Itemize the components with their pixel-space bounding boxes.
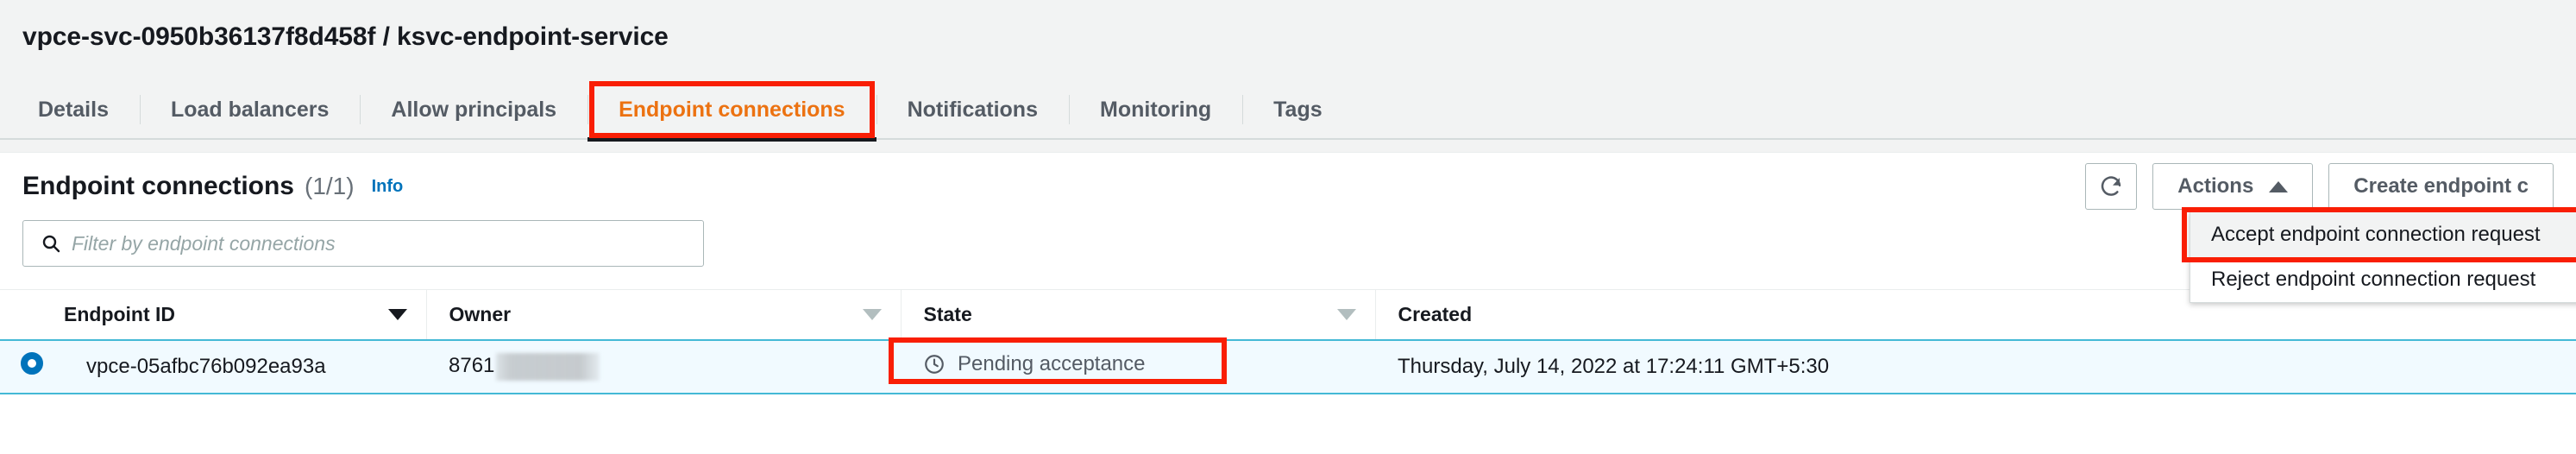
panel-header: Endpoint connections (1/1) Info Actions … xyxy=(0,153,2576,220)
cell-created: Thursday, July 14, 2022 at 17:24:11 GMT+… xyxy=(1375,340,2576,394)
search-input[interactable] xyxy=(72,231,703,255)
column-header-label: Created xyxy=(1398,302,1473,325)
sort-descending-icon[interactable] xyxy=(387,308,407,320)
menu-item-reject-endpoint-connection-request[interactable]: Reject endpoint connection request xyxy=(2190,257,2576,302)
tab-allow-principals[interactable]: Allow principals xyxy=(360,79,587,140)
search-box[interactable] xyxy=(22,220,704,267)
endpoint-id-value: vpce-05afbc76b092ea93a xyxy=(86,354,326,378)
sort-icon[interactable] xyxy=(862,308,882,320)
column-header-label: State xyxy=(923,302,972,325)
owner-redacted-block xyxy=(496,352,600,381)
column-header-label: Owner xyxy=(449,302,512,325)
panel-count: (1/1) xyxy=(305,173,355,199)
page-header: vpce-svc-0950b36137f8d458f / ksvc-endpoi… xyxy=(0,0,2576,79)
cell-state: Pending acceptance xyxy=(889,337,1375,394)
column-select xyxy=(0,290,64,340)
page-title: vpce-svc-0950b36137f8d458f / ksvc-endpoi… xyxy=(22,22,669,51)
tab-bar: Details Load balancers Allow principals … xyxy=(0,79,2576,142)
tab-label: Load balancers xyxy=(170,97,330,122)
menu-item-accept-endpoint-connection-request[interactable]: Accept endpoint connection request xyxy=(2190,212,2576,257)
row-radio-selected[interactable] xyxy=(21,352,43,375)
tab-monitoring[interactable]: Monitoring xyxy=(1069,79,1242,140)
menu-item-label: Accept endpoint connection request xyxy=(2211,223,2541,246)
create-endpoint-label: Create endpoint c xyxy=(2353,174,2529,198)
cell-endpoint-id: vpce-05afbc76b092ea93a xyxy=(64,340,426,394)
tab-tags[interactable]: Tags xyxy=(1242,79,1354,140)
actions-dropdown-menu: Accept endpoint connection request Rejec… xyxy=(2182,207,2576,303)
refresh-icon xyxy=(2102,176,2121,196)
actions-button[interactable]: Actions xyxy=(2152,163,2314,210)
tab-details[interactable]: Details xyxy=(7,79,140,140)
endpoint-connections-table: Endpoint ID Owner State Created vpce-05a… xyxy=(0,289,2576,394)
chevron-up-icon xyxy=(2269,180,2289,192)
tab-label: Tags xyxy=(1273,97,1323,122)
menu-item-label: Reject endpoint connection request xyxy=(2211,268,2536,291)
column-header-label: Endpoint ID xyxy=(64,302,176,325)
row-select-cell[interactable] xyxy=(0,340,64,394)
tab-label: Monitoring xyxy=(1100,97,1212,122)
search-icon xyxy=(42,235,60,253)
endpoint-connections-panel: Endpoint connections (1/1) Info Actions … xyxy=(0,152,2576,454)
tab-notifications[interactable]: Notifications xyxy=(876,79,1069,140)
tab-label: Allow principals xyxy=(391,97,557,122)
column-owner[interactable]: Owner xyxy=(425,289,901,340)
refresh-button[interactable] xyxy=(2085,163,2138,210)
status-badge: Pending acceptance xyxy=(958,351,1146,375)
info-link[interactable]: Info xyxy=(372,177,404,197)
cell-owner: 8761 xyxy=(426,340,901,394)
sort-icon[interactable] xyxy=(1336,308,1356,320)
clock-icon xyxy=(925,354,944,374)
tab-label: Endpoint connections xyxy=(619,97,845,122)
table-body: vpce-05afbc76b092ea93a 8761 Pending acce… xyxy=(0,337,2576,394)
tab-label: Details xyxy=(38,97,109,122)
created-value: Thursday, July 14, 2022 at 17:24:11 GMT+… xyxy=(1398,354,1830,378)
owner-value: 8761 xyxy=(449,353,495,377)
actions-label: Actions xyxy=(2177,174,2254,198)
tab-label: Notifications xyxy=(907,97,1038,122)
create-endpoint-button[interactable]: Create endpoint c xyxy=(2328,163,2554,210)
tab-endpoint-connections[interactable]: Endpoint connections xyxy=(587,79,876,142)
tab-load-balancers[interactable]: Load balancers xyxy=(139,79,360,140)
panel-title: Endpoint connections xyxy=(22,172,294,200)
table-row[interactable]: vpce-05afbc76b092ea93a 8761 Pending acce… xyxy=(0,337,2576,394)
column-state[interactable]: State xyxy=(900,289,1375,340)
column-endpoint-id[interactable]: Endpoint ID xyxy=(64,290,426,340)
